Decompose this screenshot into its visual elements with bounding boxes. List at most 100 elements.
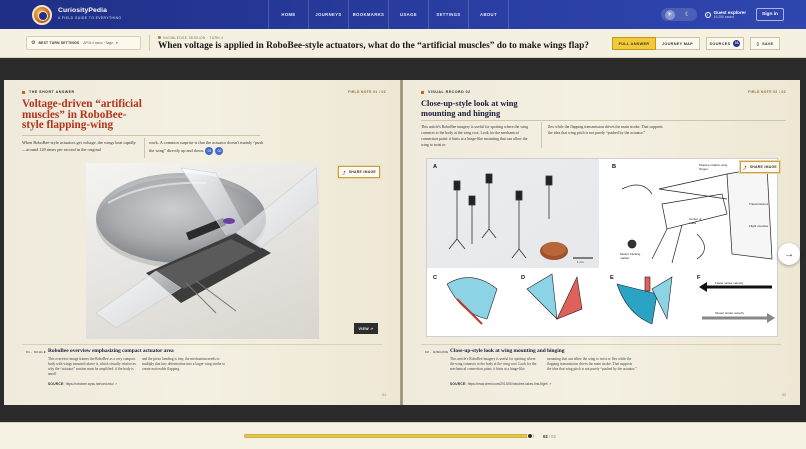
right-paragraph-1: This article's RoboBee imagery is useful… bbox=[421, 125, 529, 147]
figure-label: Flight muscles bbox=[749, 224, 769, 228]
left-page: THE SHORT ANSWER FIELD NOTE 01 / 02 Volt… bbox=[4, 80, 400, 405]
left-caption-tag: 01 · SCALE bbox=[26, 350, 47, 354]
session-dot-icon bbox=[158, 35, 161, 39]
scale-bar-label: 1 cm bbox=[577, 260, 584, 264]
user-icon: • bbox=[704, 11, 711, 18]
figure-label: Center of mass bbox=[689, 217, 702, 225]
session-meta: KNOWLEDGE SESSION · TURN 4 bbox=[163, 35, 224, 40]
user-menu[interactable]: • Guest explorer 19,250 saved bbox=[704, 10, 746, 19]
left-source: SOURCE: https://robobee.wyss.harvard.edu… bbox=[48, 382, 118, 386]
main-nav: HOME JOURNEYS BOOKMARKS USAGE SETTINGS A… bbox=[268, 0, 509, 29]
full-answer-button[interactable]: FULL ANSWER bbox=[612, 37, 656, 50]
left-field-note: FIELD NOTE 01 / 02 bbox=[348, 90, 386, 94]
question-bar: ⚙ BEST TURN SETTINGS API 8.4 mono · Sage… bbox=[0, 29, 806, 58]
figure-label: Slower stroke velocity bbox=[715, 311, 745, 315]
theme-toggle[interactable]: ☀ ☾ bbox=[660, 8, 697, 21]
right-field-note: FIELD NOTE 02 / 02 bbox=[748, 90, 786, 94]
citation-badge[interactable]: 01 bbox=[205, 146, 214, 155]
turn-settings-select[interactable]: ⚙ BEST TURN SETTINGS API 8.4 mono · Sage… bbox=[26, 36, 141, 50]
brand-logo-icon bbox=[32, 4, 52, 25]
figure-label: Transmissions bbox=[749, 202, 769, 206]
progress-label: 02 / 02 bbox=[543, 434, 556, 439]
share-image-button[interactable]: ⤴ SHARE IMAGE bbox=[740, 161, 780, 173]
user-status: 19,250 saved bbox=[713, 15, 734, 19]
nav-about[interactable]: ABOUT bbox=[469, 0, 509, 29]
save-label: SAVE bbox=[762, 41, 774, 46]
progress-fill bbox=[245, 435, 531, 437]
left-kicker: THE SHORT ANSWER bbox=[22, 90, 75, 94]
panel-label: A bbox=[433, 164, 438, 170]
kicker-marker-icon bbox=[421, 90, 424, 94]
panel-label: E bbox=[610, 275, 614, 281]
panel-label: C bbox=[433, 275, 438, 281]
left-caption-col2: and the piezo bending is tiny, the mecha… bbox=[142, 357, 226, 371]
panel-label: B bbox=[612, 164, 617, 170]
right-source: SOURCE: https://www.wired.com/2013/05/ro… bbox=[450, 382, 552, 386]
wing-mechanism-figure[interactable]: A B C D E F Passive rotation wing hinges… bbox=[426, 158, 778, 337]
bookmark-icon: ▯ bbox=[756, 42, 760, 46]
right-paragraph-2: flex while the flapping transmission dri… bbox=[548, 125, 663, 135]
next-page-button[interactable]: → bbox=[778, 243, 800, 265]
figure-label: Motion tracking marker bbox=[620, 252, 641, 260]
panel-label: D bbox=[521, 275, 526, 281]
sign-in-button[interactable]: Sign in bbox=[756, 8, 784, 21]
external-link-icon: ↗ bbox=[548, 382, 552, 386]
chevron-down-icon: ▾ bbox=[115, 41, 118, 45]
sources-button[interactable]: SOURCES 31 bbox=[706, 37, 744, 50]
progress-knob[interactable] bbox=[527, 433, 534, 439]
left-caption-title: RoboBee overview emphasizing compact act… bbox=[48, 348, 174, 354]
left-paragraph-1: When RoboBee-style actuators get voltage… bbox=[22, 140, 136, 152]
nav-home[interactable]: HOME bbox=[269, 0, 309, 29]
left-headline: Voltage-driven “artificial muscles” in R… bbox=[22, 98, 142, 131]
share-icon: ⤴ bbox=[743, 165, 747, 170]
right-caption-title: Close-up-style look at wing mounting and… bbox=[450, 348, 565, 354]
panel-label: F bbox=[697, 275, 701, 281]
left-page-number: 01 bbox=[382, 393, 386, 397]
right-page: VISUAL RECORD 02 FIELD NOTE 02 / 02 Clos… bbox=[403, 80, 800, 405]
divider bbox=[149, 35, 150, 51]
save-button[interactable]: ▯ SAVE bbox=[750, 37, 780, 50]
right-kicker: VISUAL RECORD 02 bbox=[421, 90, 471, 94]
book-spread: THE SHORT ANSWER FIELD NOTE 01 / 02 Volt… bbox=[4, 80, 800, 405]
nav-bookmarks[interactable]: BOOKMARKS bbox=[349, 0, 389, 29]
right-caption-tag: 02 · HINGING bbox=[425, 350, 449, 354]
turn-settings-label: BEST TURN SETTINGS bbox=[38, 41, 80, 45]
left-caption-col1: This overview image frames the RoboBee a… bbox=[48, 357, 136, 376]
moon-icon[interactable]: ☾ bbox=[683, 10, 693, 20]
sun-icon[interactable]: ☀ bbox=[664, 9, 675, 20]
figure-label: Faster stroke velocity bbox=[715, 281, 744, 285]
right-source-link[interactable]: https://www.wired.com/2013/05/robobee-ta… bbox=[468, 382, 548, 386]
nav-usage[interactable]: USAGE bbox=[389, 0, 429, 29]
sliders-icon: ⚙ bbox=[31, 40, 36, 46]
question-title: When voltage is applied in RoboBee-style… bbox=[158, 40, 589, 51]
kicker-marker-icon bbox=[22, 90, 25, 94]
robobee-illustration bbox=[95, 167, 319, 329]
left-source-link[interactable]: https://robobee.wyss.harvard.edu/ bbox=[66, 382, 114, 386]
journey-map-button[interactable]: JOURNEY MAP bbox=[656, 37, 700, 50]
nav-journeys[interactable]: JOURNEYS bbox=[309, 0, 349, 29]
turn-settings-value: API 8.4 mono · Sage bbox=[83, 41, 113, 45]
arrow-right-icon: → bbox=[784, 248, 794, 260]
brand[interactable]: CuriosityPedia A FIELD GUIDE TO EVERYTHI… bbox=[0, 0, 268, 29]
robobee-image[interactable] bbox=[86, 163, 319, 339]
citation-badge[interactable]: 02 bbox=[215, 146, 224, 155]
sources-label: SOURCES bbox=[709, 41, 731, 46]
share-icon: ⤴ bbox=[342, 170, 346, 175]
right-headline: Close-up-style look at wing mounting and… bbox=[421, 99, 518, 118]
top-nav: CuriosityPedia A FIELD GUIDE TO EVERYTHI… bbox=[0, 0, 806, 29]
progress-total: 02 bbox=[551, 434, 556, 439]
page-progress-bar[interactable] bbox=[244, 433, 534, 439]
view-image-button[interactable]: VIEW ↗ bbox=[354, 323, 378, 334]
right-page-number: 02 bbox=[782, 393, 786, 397]
figure-label: Passive rotation wing hinges bbox=[699, 163, 728, 171]
brand-name: CuriosityPedia bbox=[58, 7, 107, 15]
bottom-bar: 02 / 02 bbox=[0, 422, 806, 449]
share-image-button[interactable]: ⤴ SHARE IMAGE bbox=[338, 166, 380, 178]
nav-settings[interactable]: SETTINGS bbox=[429, 0, 469, 29]
left-paragraph-2: work. A common surprise is that the actu… bbox=[149, 140, 264, 155]
right-caption-col2: mounting that can allow the wing to twis… bbox=[547, 357, 637, 371]
right-caption-col1: This article's RoboBee imagery is useful… bbox=[450, 357, 537, 371]
brand-tagline: A FIELD GUIDE TO EVERYTHING bbox=[58, 16, 122, 21]
external-link-icon: ↗ bbox=[114, 382, 118, 386]
sources-count-badge: 31 bbox=[733, 40, 741, 47]
